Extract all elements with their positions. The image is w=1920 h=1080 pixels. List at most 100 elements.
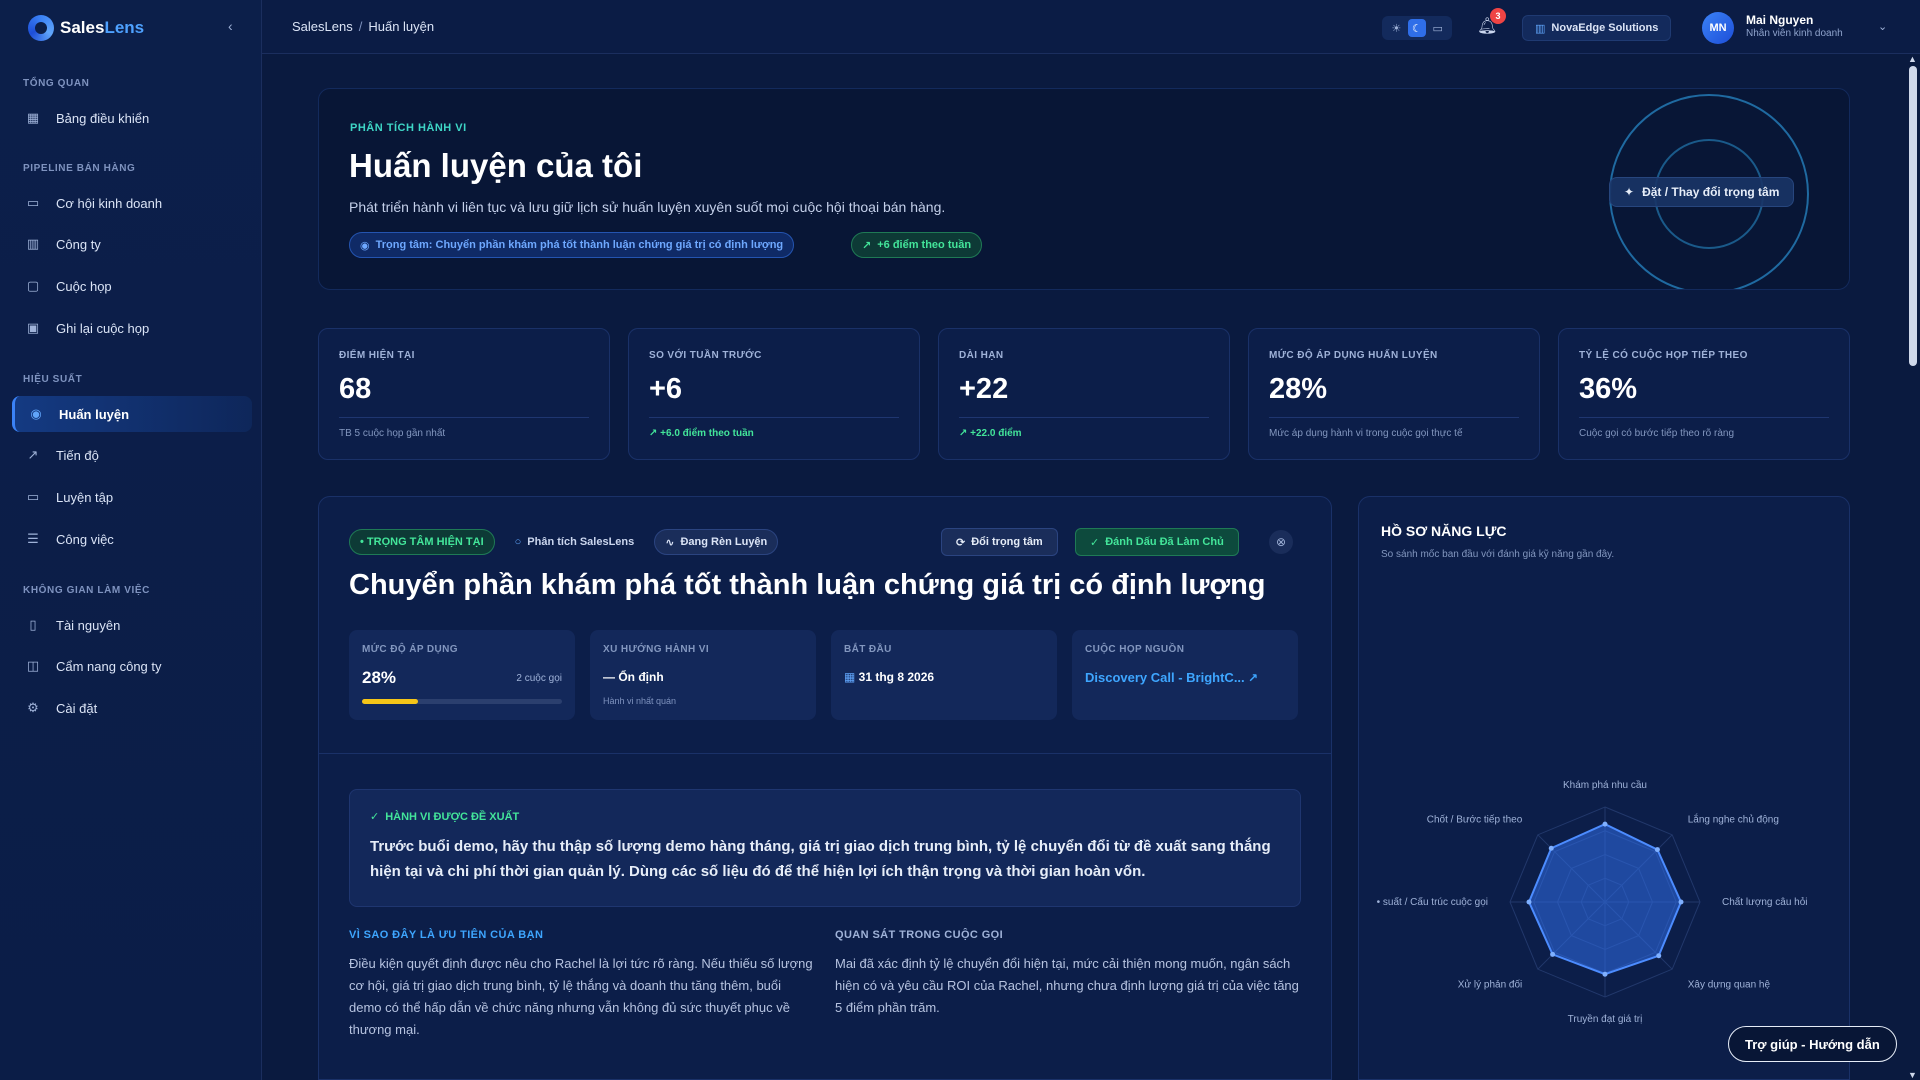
source-meeting-link[interactable]: Discovery Call - BrightC... <box>1085 670 1245 685</box>
sidebar-item-label: Cuộc họp <box>56 278 112 294</box>
monitor-icon[interactable]: ▭ <box>1429 19 1447 37</box>
target-icon: ◉ <box>360 239 370 252</box>
sidebar-item-label: Huấn luyện <box>59 406 130 422</box>
building-icon: ▥ <box>1535 22 1546 35</box>
scrollbar[interactable]: ▲ ▼ <box>1906 54 1920 1080</box>
set-focus-button[interactable]: ✦ Đặt / Thay đổi trọng tâm <box>1609 177 1795 207</box>
scrollbar-thumb[interactable] <box>1909 66 1917 366</box>
sidebar-item-tasks[interactable]: ☰ Công việc <box>12 521 252 557</box>
page-subtitle: Phát triển hành vi liên tục và lưu giữ l… <box>349 199 946 215</box>
competency-radar-chart: Khám phá nhu cầu Lắng nghe chủ động Chất l… <box>1377 779 1808 1025</box>
sidebar-item-label: Cơ hội kinh doanh <box>56 195 163 211</box>
delta-pill: ↗ +6 điểm theo tuần <box>851 232 983 258</box>
topbar: SalesLens / Huấn luyện ☀ ☾ ▭ 🔔︎ 3 ▥ Nova… <box>262 0 1920 54</box>
chevron-left-icon[interactable]: ‹ <box>228 18 233 34</box>
theme-toggle[interactable]: ☀ ☾ ▭ <box>1382 16 1452 40</box>
circle-icon: ○ <box>514 536 522 548</box>
source-meeting[interactable]: Discovery Call - BrightC... ↗ <box>1085 670 1258 685</box>
sun-icon[interactable]: ☀ <box>1387 19 1405 37</box>
competency-profile-card: HỒ SƠ NĂNG LỰC So sánh mốc ban đầu với đ… <box>1358 496 1850 1080</box>
radar-axis-label: Lắng nghe chủ động <box>1688 812 1779 825</box>
radar-axis-label: Khám phá nhu cầu <box>1563 779 1647 791</box>
sidebar-item-coaching[interactable]: ◉ Huấn luyện <box>12 396 252 432</box>
user-name: Mai Nguyen <box>1746 13 1814 27</box>
stat-label: MỨC ĐỘ ÁP DỤNG HUẤN LUYỆN <box>1269 350 1438 361</box>
mark-mastered-button[interactable]: ✓ Đánh Dấu Đã Làm Chủ <box>1075 528 1239 556</box>
source-meeting-metric: CUỘC HỌP NGUỒN Discovery Call - BrightC.… <box>1072 630 1298 720</box>
adoption-progress-fill <box>362 699 418 704</box>
sidebar-item-dashboard[interactable]: ▦ Bảng điều khiển <box>12 100 252 136</box>
briefcase-icon: ▭ <box>26 195 40 210</box>
sidebar-item-label: Cẩm nang công ty <box>56 658 162 674</box>
mini-label: CUỘC HỌP NGUỒN <box>1085 644 1185 655</box>
org-switcher[interactable]: ▥ NovaEdge Solutions <box>1522 15 1672 41</box>
tasks-icon: ☰ <box>27 531 39 546</box>
radar-point <box>1654 847 1660 853</box>
why-label: VÌ SAO ĐÂY LÀ ƯU TIÊN CỦA BẠN <box>349 929 544 941</box>
chevron-down-icon[interactable]: ⌄ <box>1878 20 1887 33</box>
observation-text: Mai đã xác định tỷ lệ chuyển đổi hiện tạ… <box>835 956 1299 1016</box>
change-focus-button[interactable]: ⟳ Đổi trọng tâm <box>941 528 1058 556</box>
call-count: 2 cuộc gọi <box>516 673 562 684</box>
sparkle-icon: ✦ <box>1624 185 1635 199</box>
stat-foot: Cuộc gọi có bước tiếp theo rõ ràng <box>1579 428 1735 439</box>
why-text: Điều kiện quyết định được nêu cho Rachel… <box>349 956 813 1038</box>
external-link-icon[interactable]: ↗ <box>1248 671 1258 685</box>
recommended-behavior: ✓ HÀNH VI ĐƯỢC ĐỀ XUẤT Trước buổi demo, h… <box>349 789 1301 907</box>
options-icon[interactable]: ⊗ <box>1269 530 1293 554</box>
stat-card-vs-last-week: SO VỚI TUẦN TRƯỚC +6 ↗ +6.0 điểm theo tu… <box>628 328 920 460</box>
logo-icon <box>28 15 54 41</box>
sidebar-item-progress[interactable]: ↗ Tiến độ <box>12 437 252 473</box>
sidebar-item-meetings[interactable]: ▢ Cuộc họp <box>12 268 252 304</box>
sidebar-item-settings[interactable]: ⚙ Cài đặt <box>12 690 252 726</box>
dashboard-icon: ▦ <box>26 110 40 125</box>
mini-sub: Hành vi nhất quán <box>603 696 677 706</box>
stat-foot: Mức áp dụng hành vi trong cuộc gọi thực … <box>1269 428 1463 439</box>
user-role: Nhân viên kinh doanh <box>1746 28 1843 39</box>
nav-section-pipeline: PIPELINE BÁN HÀNG <box>23 163 136 174</box>
scroll-up-icon[interactable]: ▲ <box>1908 54 1917 64</box>
focus-pill: ◉ Trọng tâm: Chuyển phần khám phá tốt th… <box>349 232 795 258</box>
sidebar-item-opportunities[interactable]: ▭ Cơ hội kinh doanh <box>12 185 252 221</box>
moon-icon[interactable]: ☾ <box>1407 19 1426 37</box>
stat-card-current-score: ĐIỂM HIỆN TẠI 68 TB 5 cuộc họp gần nhất <box>318 328 610 460</box>
radar-axis-label: • suất / Cấu trúc cuộc gọi <box>1377 896 1488 908</box>
sidebar-item-handbook[interactable]: ◫ Cẩm nang công ty <box>12 648 252 684</box>
trend-metric: XU HƯỚNG HÀNH VI — Ổn định Hành vi nhất … <box>590 630 816 720</box>
sidebar-item-label: Luyện tập <box>56 489 114 505</box>
trend-icon: ↗ <box>27 447 39 462</box>
app-logo[interactable]: SalesLens <box>28 14 144 42</box>
radar-point <box>1550 951 1556 957</box>
chat-icon: ▭ <box>26 489 40 504</box>
delta-pill-text: +6 điểm theo tuần <box>877 239 972 251</box>
mini-label: MỨC ĐỘ ÁP DỤNG <box>362 644 458 655</box>
stat-label: ĐIỂM HIỆN TẠI <box>339 350 415 361</box>
sidebar-item-companies[interactable]: ▥ Công ty <box>12 226 252 262</box>
trend-up-icon: ↗ <box>862 239 872 252</box>
mini-value: — Ổn định <box>603 670 664 684</box>
stat-value: +22 <box>959 373 1009 405</box>
avatar[interactable]: MN <box>1702 12 1734 44</box>
sidebar-item-resources[interactable]: ▯ Tài nguyên <box>12 607 252 643</box>
stat-card-long-term: DÀI HẠN +22 ↗ +22.0 điểm <box>938 328 1230 460</box>
tag-source: ○ Phân tích SalesLens <box>505 529 645 555</box>
help-button[interactable]: Trợ giúp - Hướng dẫn <box>1728 1026 1897 1062</box>
stat-value: 36% <box>1579 373 1638 405</box>
target-icon: ◉ <box>30 406 42 421</box>
sidebar-item-label: Bảng điều khiển <box>56 110 150 126</box>
nav-section-workspace: KHÔNG GIAN LÀM VIỆC <box>23 585 150 596</box>
radar-axis-label: Chốt / Bước tiếp theo <box>1427 813 1523 825</box>
sidebar: SalesLens ‹ TỔNG QUAN ▦ Bảng điều khiển … <box>0 0 262 1080</box>
book-icon: ▯ <box>29 617 37 632</box>
recorder-icon: ▣ <box>26 320 40 335</box>
profile-title: HỒ SƠ NĂNG LỰC <box>1381 523 1507 539</box>
check-circle-icon: ✓ <box>370 811 380 823</box>
sidebar-item-record-meeting[interactable]: ▣ Ghi lại cuộc họp <box>12 310 252 346</box>
breadcrumb-root[interactable]: SalesLens <box>292 19 353 34</box>
scroll-down-icon[interactable]: ▼ <box>1908 1070 1917 1080</box>
adoption-progress-bar <box>362 699 562 704</box>
sidebar-item-practice[interactable]: ▭ Luyện tập <box>12 479 252 515</box>
recommended-label-text: HÀNH VI ĐƯỢC ĐỀ XUẤT <box>385 810 520 823</box>
sidebar-item-label: Tài nguyên <box>56 617 121 633</box>
open-book-icon: ◫ <box>26 658 40 673</box>
